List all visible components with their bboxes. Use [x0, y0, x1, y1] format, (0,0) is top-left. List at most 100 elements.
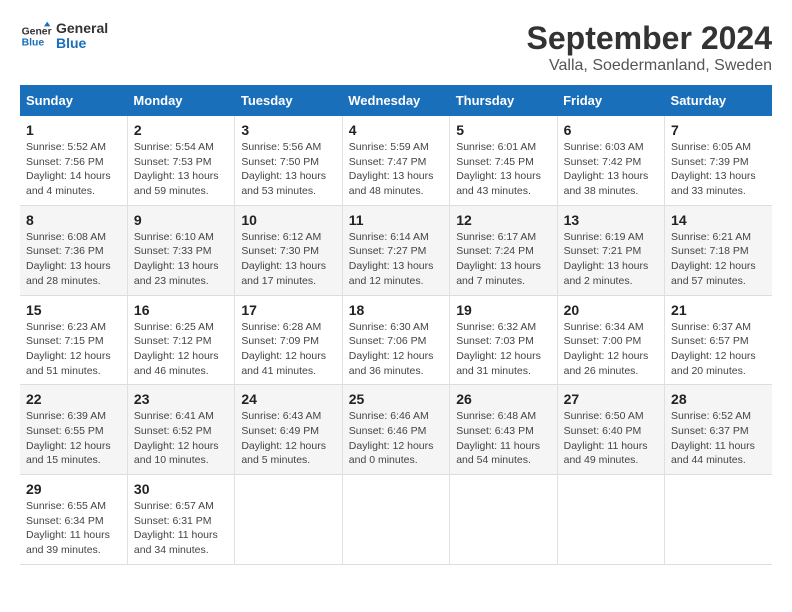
day-detail: Sunrise: 6:32 AM Sunset: 7:03 PM Dayligh…: [456, 320, 550, 379]
day-number: 8: [26, 212, 121, 228]
calendar-cell: [235, 475, 342, 565]
calendar-cell: 7 Sunrise: 6:05 AM Sunset: 7:39 PM Daylig…: [665, 116, 772, 205]
day-number: 5: [456, 122, 550, 138]
weekday-header-sunday: Sunday: [20, 85, 127, 116]
calendar-cell: 21Sunrise: 6:37 AM Sunset: 6:57 PM Dayli…: [665, 295, 772, 385]
day-number: 17: [241, 302, 335, 318]
calendar-cell: 6 Sunrise: 6:03 AM Sunset: 7:42 PM Daylig…: [557, 116, 664, 205]
day-detail: Sunrise: 6:23 AM Sunset: 7:15 PM Dayligh…: [26, 320, 121, 379]
day-number: 12: [456, 212, 550, 228]
day-number: 10: [241, 212, 335, 228]
calendar-cell: [665, 475, 772, 565]
calendar-cell: 15 Sunrise: 6:23 AM Sunset: 7:15 PM Dayli…: [20, 295, 127, 385]
calendar-title: September 2024: [527, 20, 772, 57]
calendar-cell: 19 Sunrise: 6:32 AM Sunset: 7:03 PM Dayli…: [450, 295, 557, 385]
day-number: 22: [26, 391, 121, 407]
calendar-cell: 24Sunrise: 6:43 AM Sunset: 6:49 PM Dayli…: [235, 385, 342, 475]
day-detail: Sunrise: 6:41 AM Sunset: 6:52 PM Dayligh…: [134, 409, 228, 468]
calendar-cell: 1 Sunrise: 5:52 AM Sunset: 7:56 PM Daylig…: [20, 116, 127, 205]
calendar-cell: 22 Sunrise: 6:39 AM Sunset: 6:55 PM Dayli…: [20, 385, 127, 475]
day-detail: Sunrise: 6:08 AM Sunset: 7:36 PM Dayligh…: [26, 230, 121, 289]
weekday-header-monday: Monday: [127, 85, 234, 116]
week-row-2: 8 Sunrise: 6:08 AM Sunset: 7:36 PM Daylig…: [20, 205, 772, 295]
weekday-header-thursday: Thursday: [450, 85, 557, 116]
day-detail: Sunrise: 6:48 AM Sunset: 6:43 PM Dayligh…: [456, 409, 550, 468]
day-detail: Sunrise: 6:28 AM Sunset: 7:09 PM Dayligh…: [241, 320, 335, 379]
day-detail: Sunrise: 6:17 AM Sunset: 7:24 PM Dayligh…: [456, 230, 550, 289]
calendar-cell: 5 Sunrise: 6:01 AM Sunset: 7:45 PM Daylig…: [450, 116, 557, 205]
day-number: 24: [241, 391, 335, 407]
day-detail: Sunrise: 6:57 AM Sunset: 6:31 PM Dayligh…: [134, 499, 228, 558]
calendar-cell: 30Sunrise: 6:57 AM Sunset: 6:31 PM Dayli…: [127, 475, 234, 565]
day-number: 13: [564, 212, 658, 228]
day-number: 26: [456, 391, 550, 407]
day-detail: Sunrise: 6:14 AM Sunset: 7:27 PM Dayligh…: [349, 230, 443, 289]
calendar-subtitle: Valla, Soedermanland, Sweden: [527, 57, 772, 75]
svg-text:General: General: [22, 26, 52, 37]
svg-text:Blue: Blue: [22, 38, 45, 49]
calendar-cell: 11 Sunrise: 6:14 AM Sunset: 7:27 PM Dayli…: [342, 205, 449, 295]
week-row-1: 1 Sunrise: 5:52 AM Sunset: 7:56 PM Daylig…: [20, 116, 772, 205]
calendar-cell: 26 Sunrise: 6:48 AM Sunset: 6:43 PM Dayli…: [450, 385, 557, 475]
day-detail: Sunrise: 5:54 AM Sunset: 7:53 PM Dayligh…: [134, 140, 228, 199]
day-detail: Sunrise: 5:56 AM Sunset: 7:50 PM Dayligh…: [241, 140, 335, 199]
calendar-cell: 18 Sunrise: 6:30 AM Sunset: 7:06 PM Dayli…: [342, 295, 449, 385]
calendar-cell: 4 Sunrise: 5:59 AM Sunset: 7:47 PM Daylig…: [342, 116, 449, 205]
day-number: 21: [671, 302, 766, 318]
day-detail: Sunrise: 6:19 AM Sunset: 7:21 PM Dayligh…: [564, 230, 658, 289]
calendar-cell: 2 Sunrise: 5:54 AM Sunset: 7:53 PM Daylig…: [127, 116, 234, 205]
day-detail: Sunrise: 6:25 AM Sunset: 7:12 PM Dayligh…: [134, 320, 228, 379]
weekday-header-tuesday: Tuesday: [235, 85, 342, 116]
calendar-cell: 17 Sunrise: 6:28 AM Sunset: 7:09 PM Dayli…: [235, 295, 342, 385]
day-number: 20: [564, 302, 658, 318]
day-detail: Sunrise: 6:46 AM Sunset: 6:46 PM Dayligh…: [349, 409, 443, 468]
calendar-cell: 20Sunrise: 6:34 AM Sunset: 7:00 PM Dayli…: [557, 295, 664, 385]
day-number: 6: [564, 122, 658, 138]
day-detail: Sunrise: 6:30 AM Sunset: 7:06 PM Dayligh…: [349, 320, 443, 379]
title-area: September 2024 Valla, Soedermanland, Swe…: [527, 20, 772, 75]
day-number: 2: [134, 122, 228, 138]
logo-line1: General: [56, 21, 108, 36]
weekday-header-saturday: Saturday: [665, 85, 772, 116]
day-number: 9: [134, 212, 228, 228]
calendar-cell: [557, 475, 664, 565]
day-number: 3: [241, 122, 335, 138]
day-number: 4: [349, 122, 443, 138]
day-number: 7: [671, 122, 766, 138]
day-number: 23: [134, 391, 228, 407]
day-number: 19: [456, 302, 550, 318]
day-number: 25: [349, 391, 443, 407]
day-detail: Sunrise: 6:50 AM Sunset: 6:40 PM Dayligh…: [564, 409, 658, 468]
day-number: 14: [671, 212, 766, 228]
calendar-cell: 29Sunrise: 6:55 AM Sunset: 6:34 PM Dayli…: [20, 475, 127, 565]
day-detail: Sunrise: 6:05 AM Sunset: 7:39 PM Dayligh…: [671, 140, 766, 199]
calendar-cell: 12 Sunrise: 6:17 AM Sunset: 7:24 PM Dayli…: [450, 205, 557, 295]
calendar-cell: 13 Sunrise: 6:19 AM Sunset: 7:21 PM Dayli…: [557, 205, 664, 295]
calendar-cell: [450, 475, 557, 565]
calendar-cell: 16 Sunrise: 6:25 AM Sunset: 7:12 PM Dayli…: [127, 295, 234, 385]
week-row-3: 15 Sunrise: 6:23 AM Sunset: 7:15 PM Dayli…: [20, 295, 772, 385]
day-detail: Sunrise: 5:52 AM Sunset: 7:56 PM Dayligh…: [26, 140, 121, 199]
day-number: 18: [349, 302, 443, 318]
logo-line2: Blue: [56, 36, 108, 51]
calendar-cell: 27Sunrise: 6:50 AM Sunset: 6:40 PM Dayli…: [557, 385, 664, 475]
calendar-cell: 3 Sunrise: 5:56 AM Sunset: 7:50 PM Daylig…: [235, 116, 342, 205]
day-detail: Sunrise: 6:03 AM Sunset: 7:42 PM Dayligh…: [564, 140, 658, 199]
calendar-cell: [342, 475, 449, 565]
day-detail: Sunrise: 6:01 AM Sunset: 7:45 PM Dayligh…: [456, 140, 550, 199]
week-row-5: 29Sunrise: 6:55 AM Sunset: 6:34 PM Dayli…: [20, 475, 772, 565]
day-number: 15: [26, 302, 121, 318]
day-number: 1: [26, 122, 121, 138]
logo-icon: General Blue: [20, 20, 52, 52]
calendar-cell: 14Sunrise: 6:21 AM Sunset: 7:18 PM Dayli…: [665, 205, 772, 295]
day-number: 16: [134, 302, 228, 318]
day-detail: Sunrise: 5:59 AM Sunset: 7:47 PM Dayligh…: [349, 140, 443, 199]
day-number: 28: [671, 391, 766, 407]
calendar-cell: 23 Sunrise: 6:41 AM Sunset: 6:52 PM Dayli…: [127, 385, 234, 475]
day-detail: Sunrise: 6:39 AM Sunset: 6:55 PM Dayligh…: [26, 409, 121, 468]
day-detail: Sunrise: 6:55 AM Sunset: 6:34 PM Dayligh…: [26, 499, 121, 558]
weekday-header-wednesday: Wednesday: [342, 85, 449, 116]
day-number: 11: [349, 212, 443, 228]
day-detail: Sunrise: 6:52 AM Sunset: 6:37 PM Dayligh…: [671, 409, 766, 468]
day-detail: Sunrise: 6:10 AM Sunset: 7:33 PM Dayligh…: [134, 230, 228, 289]
